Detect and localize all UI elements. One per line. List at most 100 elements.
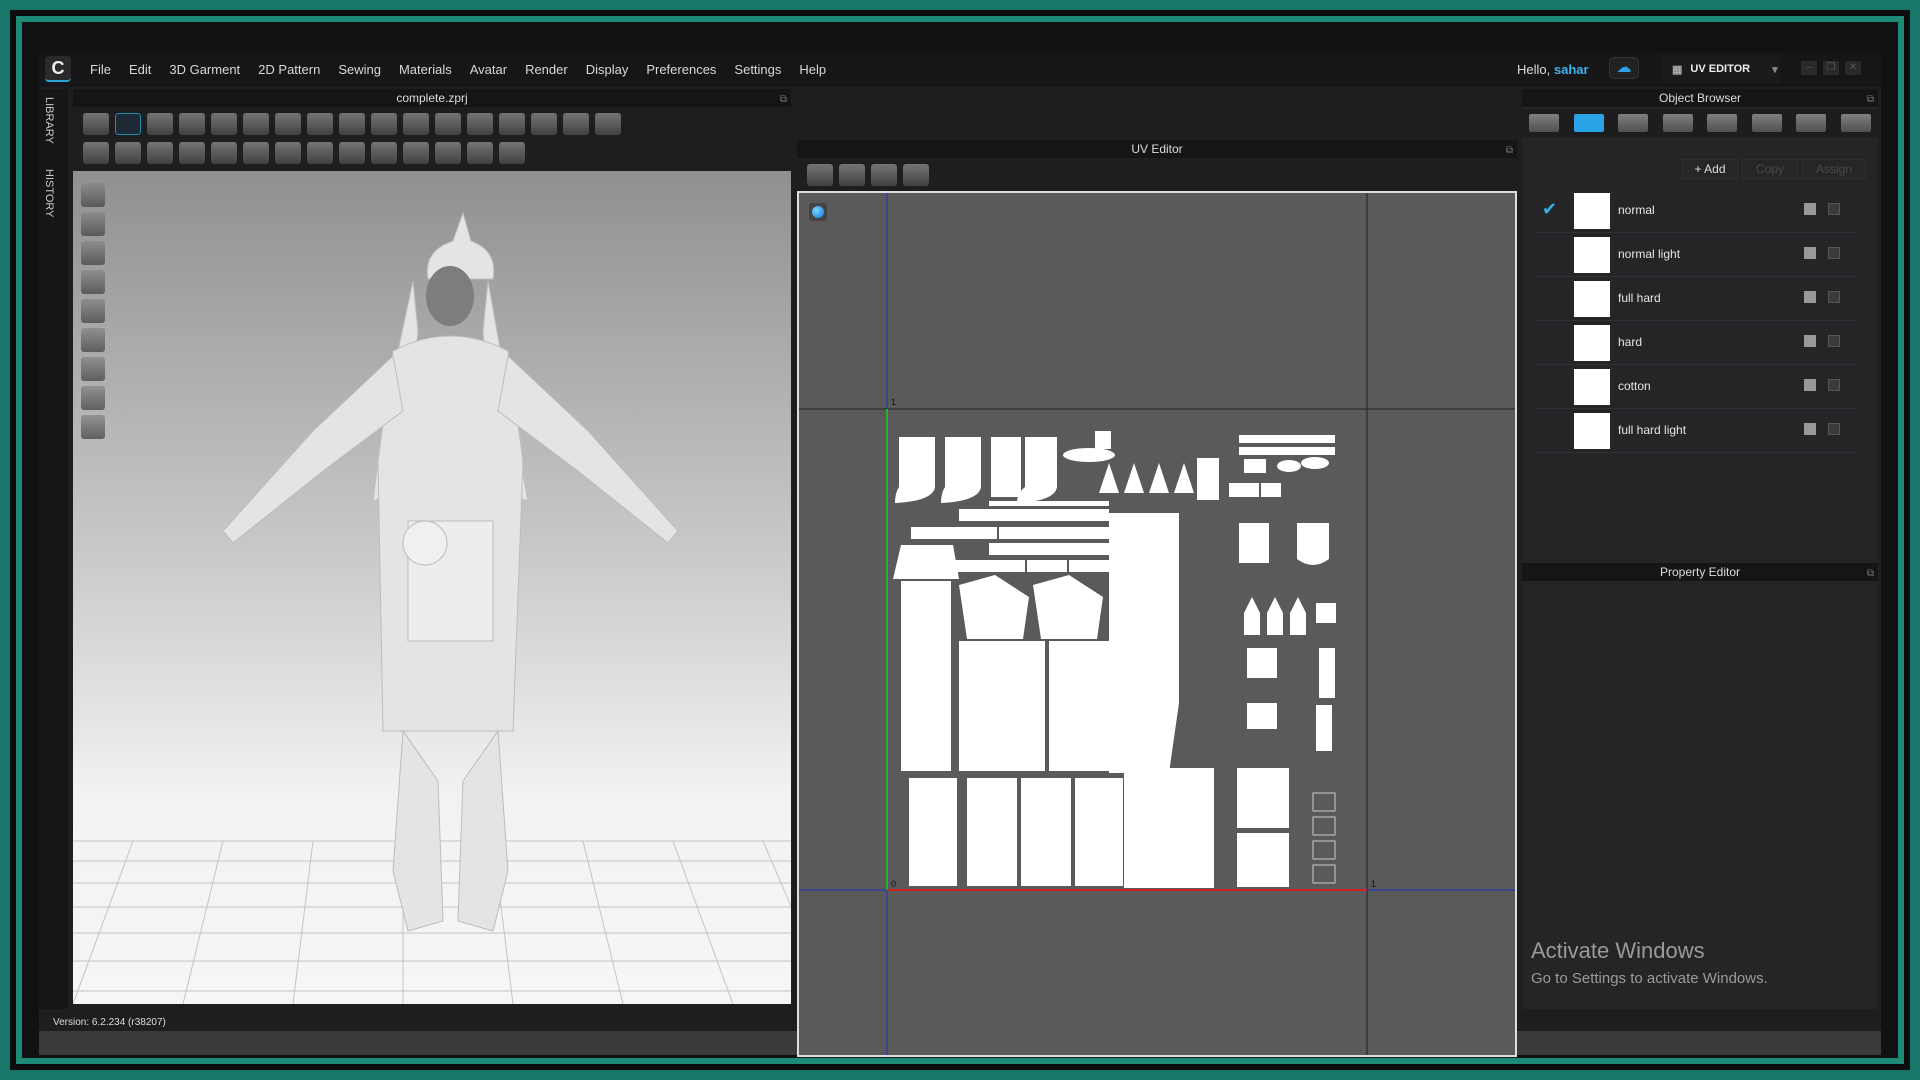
- select-move-icon[interactable]: [83, 113, 109, 135]
- snapshot-icon[interactable]: [807, 164, 833, 186]
- fabric-delete-icon[interactable]: [1828, 203, 1840, 215]
- copy-button[interactable]: Copy: [1742, 159, 1798, 179]
- fabric-item[interactable]: ✔ normal: [1536, 189, 1856, 233]
- tab-library[interactable]: LIBRARY: [43, 97, 55, 144]
- zipper-edit-icon[interactable]: [371, 142, 397, 164]
- restore-button[interactable]: ❐: [1823, 61, 1839, 75]
- menu-help[interactable]: Help: [799, 62, 826, 77]
- camera-icon[interactable]: [839, 164, 865, 186]
- graphic-icon[interactable]: [1796, 114, 1827, 132]
- uv-view-icon[interactable]: [81, 328, 105, 352]
- close-button[interactable]: ✕: [1845, 61, 1861, 75]
- transform-pattern-icon[interactable]: [115, 113, 141, 135]
- popout-icon[interactable]: ⧉: [1506, 142, 1513, 160]
- list-icon[interactable]: [1529, 114, 1560, 132]
- globe-icon[interactable]: [81, 415, 105, 439]
- topstitch-edit-icon[interactable]: [467, 142, 493, 164]
- topstitch-icon[interactable]: [435, 142, 461, 164]
- assign-button[interactable]: Assign: [1802, 159, 1866, 179]
- tape-icon[interactable]: [83, 142, 109, 164]
- fabric-copy-icon[interactable]: [1804, 379, 1816, 391]
- move-uv-icon[interactable]: [871, 164, 897, 186]
- pin-icon[interactable]: [243, 113, 269, 135]
- fabric-item[interactable]: normal light: [1536, 233, 1856, 277]
- menu-sewing[interactable]: Sewing: [338, 62, 381, 77]
- steam-icon[interactable]: [115, 142, 141, 164]
- cloud-icon[interactable]: ☁: [1609, 57, 1639, 79]
- tab-history[interactable]: HISTORY: [43, 169, 55, 218]
- fabric-delete-icon[interactable]: [1828, 247, 1840, 259]
- zipper-icon[interactable]: [339, 142, 365, 164]
- 3d-viewport[interactable]: [73, 171, 791, 1004]
- edit-pattern-icon[interactable]: [147, 113, 173, 135]
- fold-icon[interactable]: [339, 113, 365, 135]
- avatar-garment-icon[interactable]: [435, 113, 461, 135]
- fabric-delete-icon[interactable]: [1828, 379, 1840, 391]
- fabric-item[interactable]: full hard: [1536, 277, 1856, 321]
- uv-canvas[interactable]: 1 0 1: [797, 191, 1517, 1057]
- fabric-delete-icon[interactable]: [1828, 291, 1840, 303]
- popout-icon[interactable]: ⧉: [1867, 565, 1874, 583]
- segment-icon[interactable]: [211, 113, 237, 135]
- skin-icon[interactable]: [81, 386, 105, 410]
- fabric-copy-icon[interactable]: [1804, 335, 1816, 347]
- menu-3d-garment[interactable]: 3D Garment: [169, 62, 240, 77]
- avatar-view-icon[interactable]: [81, 183, 105, 207]
- puckering-icon[interactable]: [403, 142, 429, 164]
- fabric-copy-icon[interactable]: [1804, 291, 1816, 303]
- app-logo[interactable]: C: [45, 56, 71, 82]
- shirt-seam-icon[interactable]: [563, 113, 589, 135]
- sewing-icon[interactable]: [275, 113, 301, 135]
- user-name[interactable]: sahar: [1554, 62, 1589, 77]
- fabric-delete-icon[interactable]: [1828, 423, 1840, 435]
- button-icon[interactable]: [275, 142, 301, 164]
- fabric-item[interactable]: full hard light: [1536, 409, 1856, 453]
- buttonhole-icon[interactable]: [307, 142, 333, 164]
- fabric-icon[interactable]: [1573, 114, 1604, 132]
- menu-display[interactable]: Display: [586, 62, 629, 77]
- shirt-measure-icon[interactable]: [595, 113, 621, 135]
- garment-view-icon[interactable]: [81, 212, 105, 236]
- menu-settings[interactable]: Settings: [734, 62, 781, 77]
- fabric-item[interactable]: hard: [1536, 321, 1856, 365]
- pants-icon[interactable]: [499, 113, 525, 135]
- menu-file[interactable]: File: [90, 62, 111, 77]
- texture-icon[interactable]: [211, 142, 237, 164]
- menu-2d-pattern[interactable]: 2D Pattern: [258, 62, 320, 77]
- menu-avatar[interactable]: Avatar: [470, 62, 507, 77]
- menu-preferences[interactable]: Preferences: [646, 62, 716, 77]
- pattern-view-icon[interactable]: [81, 299, 105, 323]
- shading-icon[interactable]: [81, 357, 105, 381]
- mode-selector[interactable]: ▦ UV EDITOR ▾: [1662, 55, 1780, 83]
- garment-icon[interactable]: [179, 113, 205, 135]
- menu-materials[interactable]: Materials: [399, 62, 452, 77]
- puckering-icon[interactable]: [1751, 114, 1782, 132]
- fabric-copy-icon[interactable]: [1804, 203, 1816, 215]
- scale-uv-icon[interactable]: [903, 164, 929, 186]
- tshirt-icon[interactable]: [531, 113, 557, 135]
- simulate-icon[interactable]: [403, 113, 429, 135]
- tape-icon[interactable]: [1662, 114, 1693, 132]
- popout-icon[interactable]: ⧉: [1867, 91, 1874, 109]
- measure-icon[interactable]: [499, 142, 525, 164]
- shirt-icon[interactable]: [467, 113, 493, 135]
- button-icon[interactable]: [1618, 114, 1649, 132]
- menu-edit[interactable]: Edit: [129, 62, 151, 77]
- popout-icon[interactable]: ⧉: [780, 91, 787, 109]
- texture-view-icon[interactable]: [81, 241, 105, 265]
- fabric-copy-icon[interactable]: [1804, 247, 1816, 259]
- brush-icon[interactable]: [371, 113, 397, 135]
- fabric-item[interactable]: cotton: [1536, 365, 1856, 409]
- texture-transform-icon[interactable]: [243, 142, 269, 164]
- fabric-copy-icon[interactable]: [1804, 423, 1816, 435]
- menu-render[interactable]: Render: [525, 62, 568, 77]
- minimize-button[interactable]: –: [1801, 61, 1817, 75]
- fabric-delete-icon[interactable]: [1828, 335, 1840, 347]
- graphic-icon[interactable]: [179, 142, 205, 164]
- add-button[interactable]: + Add: [1682, 159, 1738, 179]
- shrink-icon[interactable]: [147, 142, 173, 164]
- mesh-view-icon[interactable]: [81, 270, 105, 294]
- topstitch-icon[interactable]: [1707, 114, 1738, 132]
- free-sewing-icon[interactable]: [307, 113, 333, 135]
- ruler-icon[interactable]: [1840, 114, 1871, 132]
